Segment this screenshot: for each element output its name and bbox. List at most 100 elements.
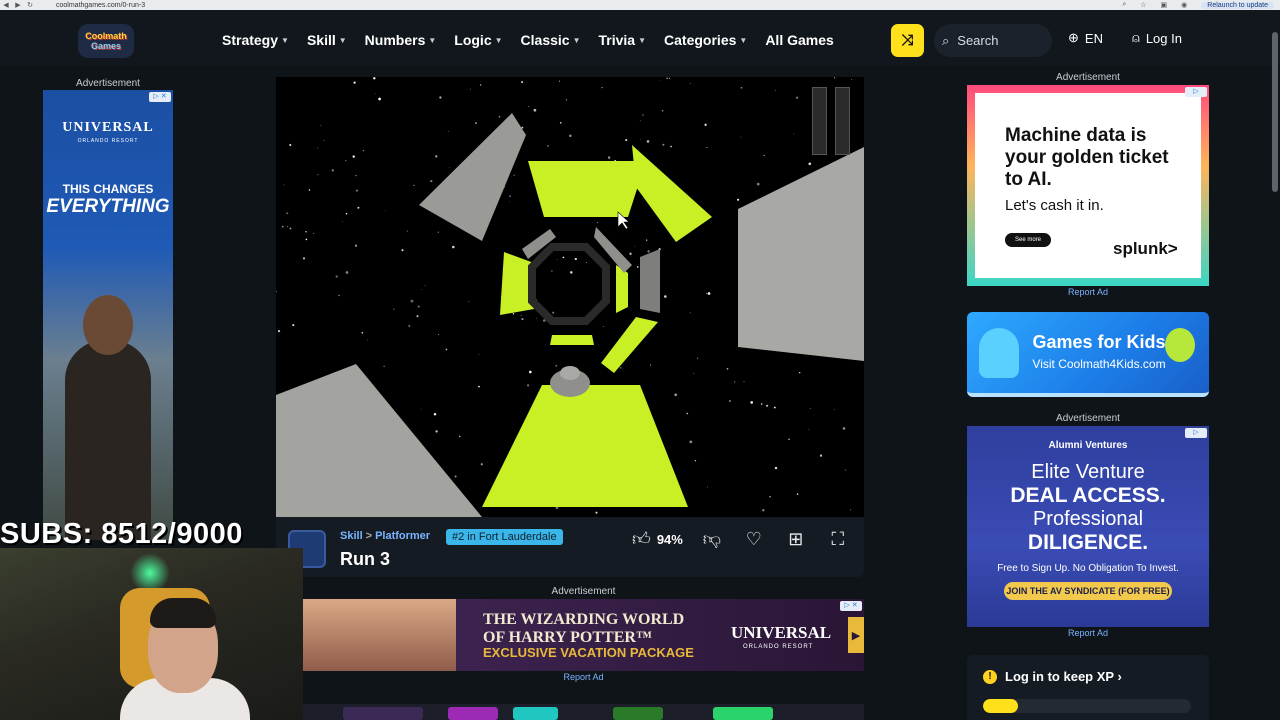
scrollbar-thumb[interactable] [1272, 32, 1278, 192]
ad-line-1: Elite Venture [1031, 461, 1145, 483]
logo-line1: Coolmath [85, 31, 127, 41]
breadcrumb: Skill > Platformer [340, 530, 430, 542]
search-icon: ⌕ [942, 32, 950, 48]
nav-strategy[interactable]: Strategy ▼ [222, 32, 289, 48]
bookmark-star-icon[interactable]: ☆ [1140, 1, 1146, 9]
ad-subline: Let's cash it in. [1005, 197, 1104, 214]
breadcrumb-category[interactable]: Skill [340, 530, 363, 542]
ad-cta-button[interactable]: JOIN THE AV SYNDICATE (FOR FREE) [1004, 582, 1172, 600]
right-advertisement-2[interactable]: ▷ Alumni Ventures Elite Venture DEAL ACC… [967, 426, 1209, 627]
green-tile-top [528, 161, 646, 217]
related-game-thumb[interactable] [513, 707, 558, 720]
ad-line-4: DILIGENCE. [1027, 531, 1149, 554]
ad-brand: Alumni Ventures [1048, 440, 1128, 451]
reload-icon[interactable]: ↻ [24, 1, 36, 9]
thumbs-up-icon: 👍︎ [632, 529, 651, 549]
octopus-mascot-icon [979, 328, 1019, 378]
ad-person-image [65, 340, 151, 540]
ad-choices-icon[interactable]: ▷ [1185, 428, 1207, 438]
forward-icon[interactable]: ▶ [12, 1, 24, 9]
xp-progress-fill [983, 699, 1019, 713]
game-canvas[interactable] [276, 77, 864, 517]
mid-advertisement[interactable]: THE WIZARDING WORLD OF HARRY POTTER™ EXCL… [303, 599, 864, 671]
left-advertisement[interactable]: ▷ ✕ UNIVERSAL ORLANDO RESORT THIS CHANGE… [43, 90, 173, 540]
ad-choices-icon[interactable]: ▷ [1185, 87, 1207, 97]
related-game-thumb[interactable] [613, 707, 663, 720]
webcam-hair [150, 598, 216, 628]
address-bar[interactable]: coolmathgames.com/0-run-3 [56, 2, 145, 9]
nav-all-games[interactable]: All Games [765, 32, 833, 48]
login-button[interactable]: ⍝ Log In [1132, 30, 1182, 46]
related-game-thumb[interactable] [448, 707, 498, 720]
ad-photo [303, 599, 456, 671]
subs-counter: SUBS: 8512/9000 [0, 518, 243, 550]
see-more-button[interactable]: See more [1005, 233, 1051, 247]
ad-person-head [83, 295, 133, 355]
pause-icon[interactable] [812, 87, 854, 155]
report-ad-link[interactable]: Report Ad [967, 628, 1209, 638]
chevron-down-icon: ▼ [281, 35, 289, 45]
right-advertisement-1[interactable]: Machine data is your golden ticket to AI… [967, 85, 1209, 286]
main-nav: Strategy ▼ Skill ▼ Numbers ▼ Logic ▼ Classic… [222, 20, 834, 60]
xp-card[interactable]: ! Log in to keep XP › [967, 655, 1209, 720]
ad-line-2: DEAL ACCESS. [1010, 484, 1166, 507]
nav-numbers[interactable]: Numbers ▼ [365, 32, 437, 48]
ad-tagline-2: EVERYTHING [46, 196, 170, 217]
fullscreen-icon[interactable]: ⛶ [817, 528, 859, 550]
add-playlist-icon[interactable]: ⊞ [775, 528, 817, 550]
ad-headline: THE WIZARDING WORLD OF HARRY POTTER™ [483, 611, 685, 646]
related-game-thumb[interactable] [713, 707, 773, 720]
game-title: Run 3 [340, 549, 391, 569]
ad-subline: EXCLUSIVE VACATION PACKAGE [483, 645, 694, 660]
language-selector[interactable]: ⊕ EN [1068, 30, 1103, 46]
green-tile-right-inner [616, 265, 628, 313]
logo-line2: Games [90, 41, 122, 51]
ad-brand-sub: ORLANDO RESORT [77, 138, 139, 144]
ad-brand-logo: splunk> [1113, 239, 1178, 258]
report-ad-link[interactable]: Report Ad [967, 287, 1209, 297]
thumbs-down-icon[interactable]: 👎︎ [691, 528, 733, 550]
run3-scene [276, 77, 864, 517]
game-info-bar: Skill > Platformer #2 in Fort Lauderdale R… [276, 517, 864, 577]
ad-brand: UNIVERSAL [62, 120, 154, 135]
login-label: Log In [1145, 30, 1182, 46]
play-arrow-icon[interactable]: ▶ [848, 617, 864, 653]
shuffle-icon: ⤨ [901, 32, 914, 49]
ad-choices-icon[interactable]: ▷ ✕ [149, 92, 171, 102]
ad-line-5: Free to Sign Up. No Obligation To Invest… [997, 563, 1179, 574]
mid-ad-label: Advertisement [551, 586, 616, 597]
nav-categories[interactable]: Categories ▼ [664, 32, 747, 48]
chevron-down-icon: ▼ [494, 35, 503, 45]
ad-choices-icon[interactable]: ▷ ✕ [840, 601, 862, 611]
like-button[interactable]: 👍︎ 94% [632, 528, 683, 550]
rank-badge[interactable]: #2 in Fort Lauderdale [446, 529, 563, 545]
site-logo[interactable]: Coolmath Games [78, 24, 134, 58]
xp-login-prompt[interactable]: Log in to keep XP › [1005, 669, 1122, 684]
grey-tile-inner-far-right [640, 249, 660, 313]
nav-classic[interactable]: Classic ▼ [521, 32, 581, 48]
extensions-icon[interactable]: ▣ [1161, 1, 1168, 9]
report-ad-link[interactable]: Report Ad [303, 672, 864, 682]
related-game-thumb[interactable] [343, 707, 423, 720]
nav-logic[interactable]: Logic ▼ [454, 32, 502, 48]
games-for-kids-card[interactable]: Games for Kids Visit Coolmath4Kids.com [967, 312, 1209, 397]
chevron-down-icon: ▼ [638, 35, 647, 45]
ad-line-3: Professional [1032, 508, 1144, 530]
search-input[interactable]: ⌕ Search [934, 24, 1052, 57]
random-game-button[interactable]: ⤨ [891, 24, 924, 57]
nav-skill[interactable]: Skill ▼ [307, 32, 347, 48]
zoom-icon[interactable]: ⌕ [1122, 1, 1126, 9]
relaunch-button[interactable]: Relaunch to update [1201, 1, 1274, 9]
breadcrumb-subcategory[interactable]: Platformer [375, 530, 430, 542]
heart-icon[interactable]: ♡ [733, 528, 775, 550]
profile-icon[interactable]: ◉ [1181, 1, 1187, 9]
back-icon[interactable]: ◀ [0, 1, 12, 9]
ad-headline: Machine data is your golden ticket to AI… [1005, 125, 1169, 190]
nav-trivia[interactable]: Trivia ▼ [599, 32, 647, 48]
left-ad-label: Advertisement [76, 78, 140, 89]
language-label: EN [1084, 30, 1103, 46]
browser-toolbar: ◀ ▶ ↻ coolmathgames.com/0-run-3 ⌕ ☆ ▣ ◉ … [0, 0, 1280, 10]
chevron-down-icon: ▼ [338, 35, 347, 45]
right-ad2-label: Advertisement [1056, 413, 1120, 424]
page-scrollbar[interactable] [1272, 12, 1278, 720]
